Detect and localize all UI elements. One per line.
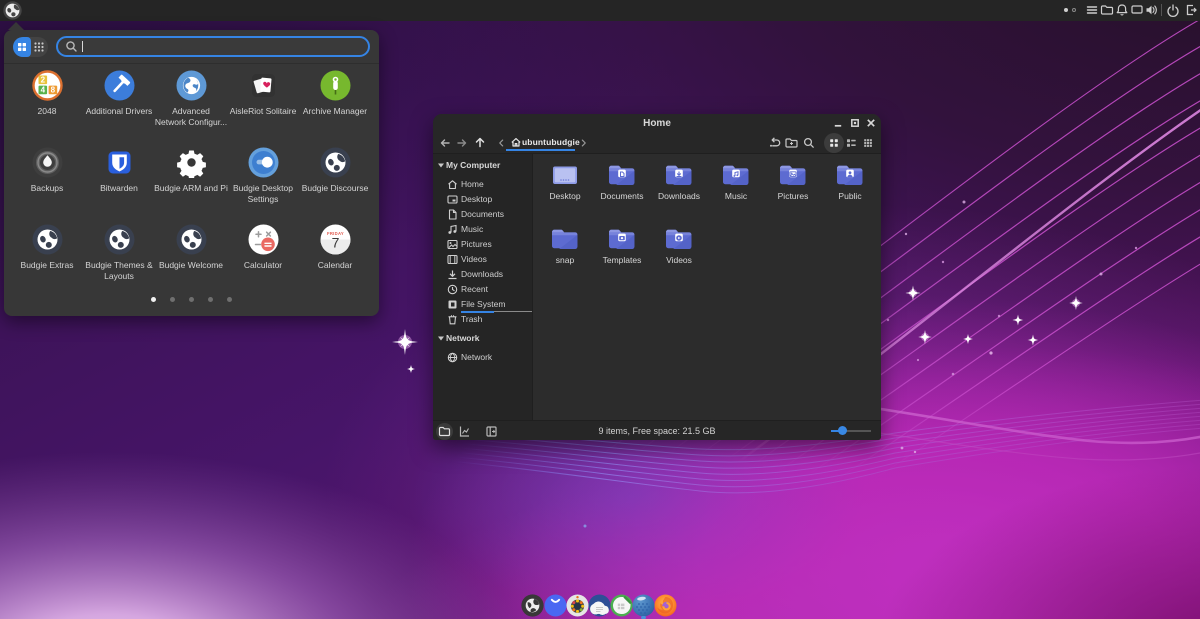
svg-text:8: 8 — [50, 86, 55, 95]
svg-text:4: 4 — [40, 86, 45, 95]
svg-text:2: 2 — [40, 75, 45, 84]
svg-text:7: 7 — [331, 235, 339, 251]
